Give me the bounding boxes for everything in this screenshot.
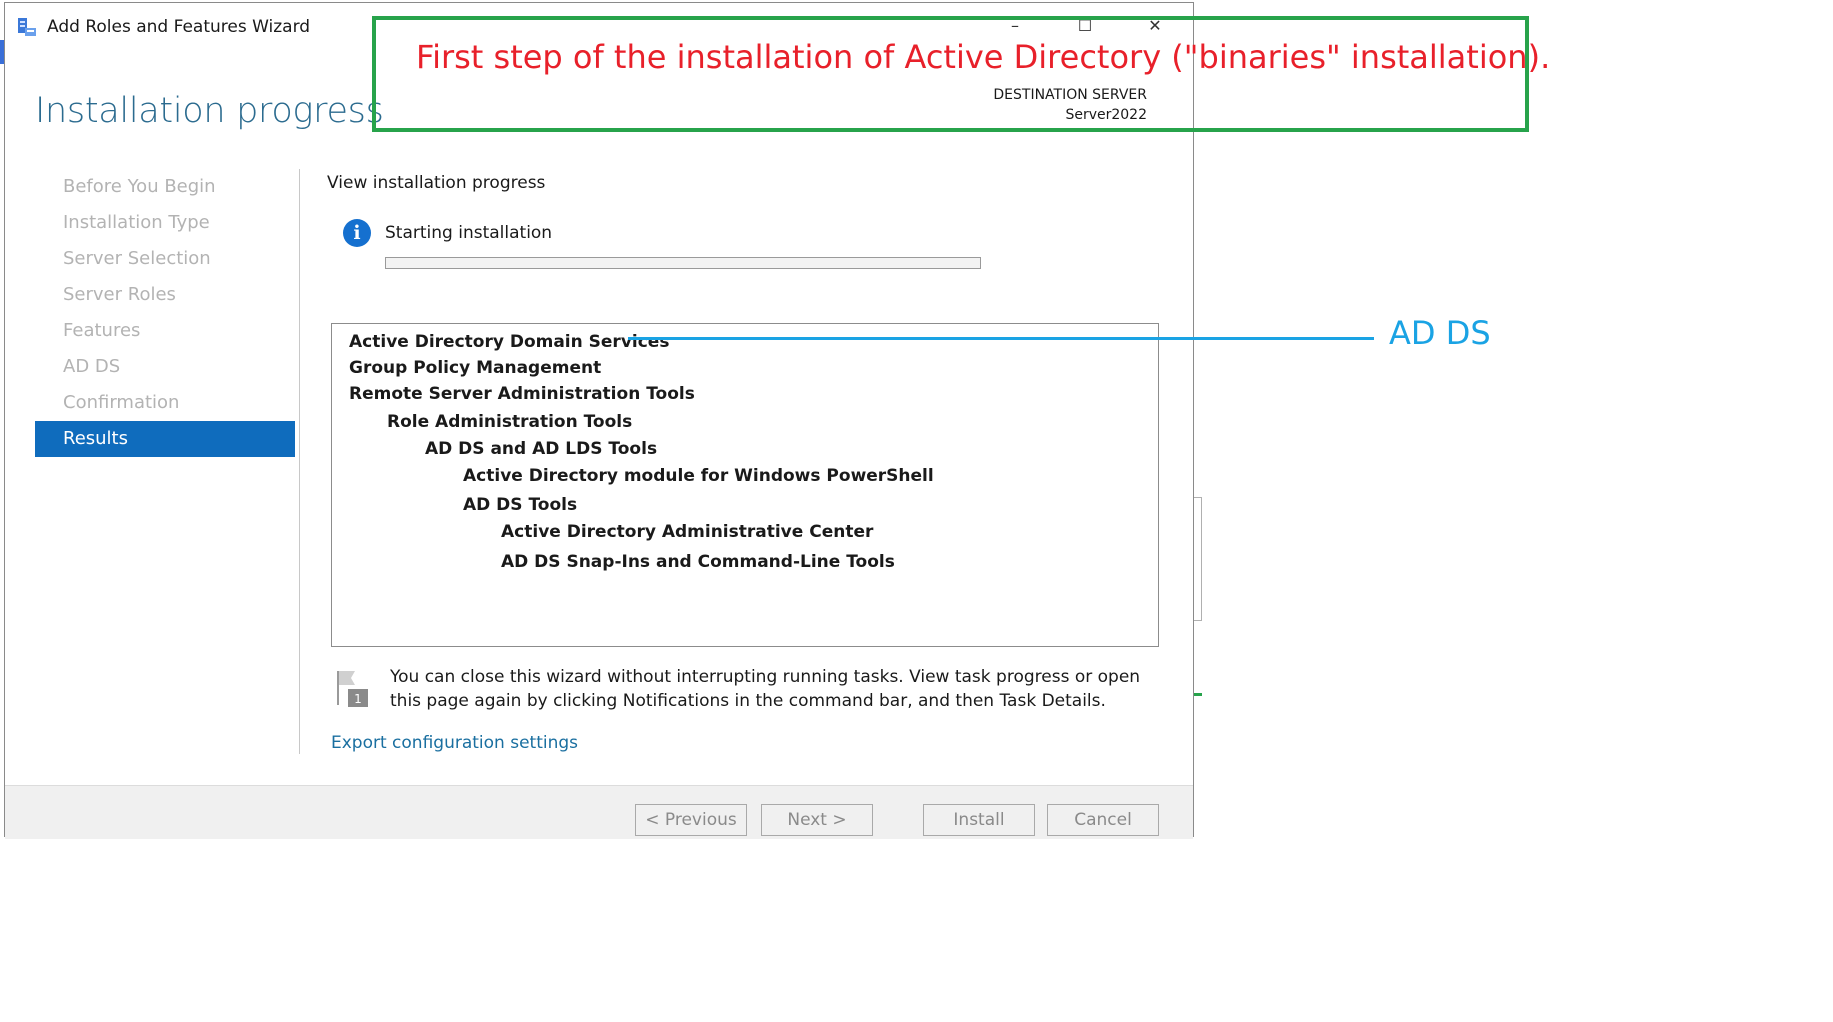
- notice-text: You can close this wizard without interr…: [390, 667, 1141, 711]
- list-item: Role Administration Tools: [387, 412, 633, 432]
- nav-item-results[interactable]: Results: [35, 421, 295, 457]
- notification-flag-icon: 1: [337, 671, 368, 707]
- cancel-button[interactable]: Cancel: [1047, 804, 1159, 836]
- window-title: Add Roles and Features Wizard: [47, 17, 311, 37]
- server-manager-icon: [18, 18, 36, 36]
- previous-button[interactable]: < Previous: [635, 804, 747, 836]
- list-item: AD DS and AD LDS Tools: [425, 439, 658, 459]
- list-item: AD DS Tools: [463, 495, 578, 515]
- features-list: Active Directory Domain Services Group P…: [331, 323, 1159, 647]
- annotation-caption: First step of the installation of Active…: [416, 38, 1551, 76]
- export-configuration-link[interactable]: Export configuration settings: [331, 733, 578, 753]
- nav-item-before-you-begin[interactable]: Before You Begin: [35, 169, 295, 205]
- section-heading: View installation progress: [327, 173, 546, 193]
- page-title: Installation progress: [35, 91, 384, 131]
- callout-label: AD DS: [1389, 314, 1491, 352]
- list-item: Active Directory Administrative Center: [501, 522, 874, 542]
- nav-item-server-roles[interactable]: Server Roles: [35, 277, 295, 313]
- wizard-content: Installation progress DESTINATION SERVER…: [5, 49, 1193, 785]
- wizard-steps-nav: Before You Begin Installation Type Serve…: [35, 169, 295, 457]
- list-item: Active Directory module for Windows Powe…: [463, 466, 934, 486]
- install-button[interactable]: Install: [923, 804, 1035, 836]
- notification-badge: 1: [354, 692, 362, 706]
- nav-item-confirmation[interactable]: Confirmation: [35, 385, 295, 421]
- list-item: Remote Server Administration Tools: [349, 384, 695, 404]
- nav-item-installation-type[interactable]: Installation Type: [35, 205, 295, 241]
- background-divider: [1201, 497, 1202, 620]
- progress-bar: [385, 257, 981, 269]
- wizard-footer: < Previous Next > Install Cancel: [5, 785, 1193, 839]
- list-item: AD DS Snap-Ins and Command-Line Tools: [501, 552, 895, 572]
- next-button[interactable]: Next >: [761, 804, 873, 836]
- nav-item-features[interactable]: Features: [35, 313, 295, 349]
- callout-line: [628, 337, 1374, 340]
- list-item: Active Directory Domain Services: [349, 332, 670, 352]
- list-item: Group Policy Management: [349, 358, 602, 378]
- nav-divider: [299, 169, 300, 754]
- nav-item-server-selection[interactable]: Server Selection: [35, 241, 295, 277]
- status-text: Starting installation: [385, 223, 553, 243]
- info-icon: i: [343, 219, 371, 247]
- nav-item-ad-ds[interactable]: AD DS: [35, 349, 295, 385]
